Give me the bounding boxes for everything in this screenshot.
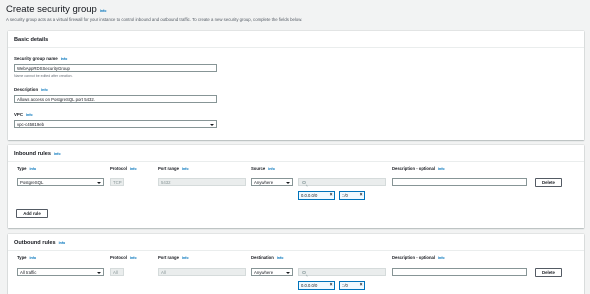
inbound-col-type-info[interactable]: Info (29, 167, 36, 171)
sg-name-label: Security group name Info (14, 56, 67, 61)
inbound-delete-button[interactable]: Delete (535, 177, 562, 187)
outbound-token-ipv4-text: 0.0.0.0/0 (301, 283, 318, 288)
title-info-link[interactable]: Info (100, 9, 107, 13)
inbound-token-ipv4[interactable]: 0.0.0.0/0 × (298, 191, 335, 200)
outbound-rules-title: Outbound rules (14, 240, 56, 246)
inbound-rules-panel: Inbound rules Info Type Info Protocol Info … (8, 145, 584, 228)
inbound-col-protocol-label: Protocol (110, 166, 127, 171)
search-icon (302, 270, 306, 274)
inbound-type-value: PostgreSQL (20, 180, 44, 185)
outbound-destination-select[interactable]: Anywhere (251, 268, 293, 276)
outbound-port-field: All (158, 268, 246, 276)
outbound-col-protocol-info[interactable]: Info (130, 256, 137, 260)
sg-name-input[interactable]: WebAppRDSSecurityGroup (14, 64, 217, 72)
page-description: A security group acts as a virtual firew… (6, 17, 303, 22)
outbound-col-description-info[interactable]: Info (438, 256, 445, 260)
outbound-type-select[interactable]: All traffic (17, 268, 104, 276)
outbound-info-link[interactable]: Info (59, 241, 66, 245)
description-label: Description Info (14, 87, 48, 92)
inbound-col-port-label: Port range (158, 166, 179, 171)
close-icon[interactable]: × (360, 192, 363, 200)
outbound-rules-panel: Outbound rules Info Type Info Protocol Info… (8, 234, 584, 294)
outbound-token-ipv6-text: ::/0 (342, 283, 348, 288)
inbound-rules-heading: Inbound rules Info (8, 145, 584, 162)
inbound-col-description-info[interactable]: Info (438, 167, 445, 171)
inbound-col-source-label: Source (251, 166, 266, 171)
inbound-source-value: Anywhere (254, 180, 274, 185)
inbound-protocol-field: TCP (110, 178, 124, 186)
inbound-col-type: Type Info (17, 166, 36, 171)
outbound-col-type: Type Info (17, 255, 36, 260)
vpc-label: VPC Info (14, 112, 33, 117)
inbound-col-port-info[interactable]: Info (182, 167, 189, 171)
outbound-col-protocol-label: Protocol (110, 255, 127, 260)
chevron-down-icon (209, 123, 214, 126)
inbound-col-protocol: Protocol Info (110, 166, 137, 171)
page-title: Create security group Info (6, 4, 106, 15)
sg-name-label-text: Security group name (14, 56, 58, 61)
vpc-label-text: VPC (14, 112, 24, 117)
close-icon[interactable]: × (360, 282, 363, 290)
outbound-col-destination-info[interactable]: Info (277, 256, 284, 260)
sg-name-hint: Name cannot be edited after creation. (14, 74, 73, 78)
inbound-col-port: Port range Info (158, 166, 189, 171)
outbound-protocol-field: All (110, 268, 124, 276)
outbound-col-port: Port range Info (158, 255, 189, 260)
inbound-token-ipv6-text: ::/0 (342, 193, 348, 198)
close-icon[interactable]: × (330, 192, 333, 200)
inbound-col-protocol-info[interactable]: Info (130, 167, 137, 171)
basic-details-heading: Basic details (8, 31, 584, 48)
inbound-col-description: Description - optional Info (392, 166, 445, 171)
inbound-cidr-search[interactable] (298, 178, 386, 186)
outbound-delete-button[interactable]: Delete (535, 267, 562, 277)
vpc-select-value: vpc-c45819eb (17, 122, 44, 127)
vpc-select[interactable]: vpc-c45819eb (14, 120, 217, 128)
inbound-token-ipv4-text: 0.0.0.0/0 (301, 193, 318, 198)
outbound-type-value: All traffic (20, 270, 37, 275)
outbound-col-type-info[interactable]: Info (29, 256, 36, 260)
basic-details-panel: Basic details Security group name Info We… (8, 31, 584, 140)
inbound-description-input[interactable] (392, 178, 527, 186)
inbound-rules-title: Inbound rules (14, 151, 51, 157)
inbound-info-link[interactable]: Info (54, 152, 61, 156)
chevron-down-icon (285, 271, 290, 274)
outbound-col-destination: Destination Info (251, 255, 283, 260)
inbound-col-type-label: Type (17, 166, 27, 171)
inbound-type-select[interactable]: PostgreSQL (17, 178, 104, 186)
outbound-col-port-info[interactable]: Info (182, 256, 189, 260)
description-input[interactable]: Allows access on PostgreSQL port 5432. (14, 95, 217, 103)
outbound-col-port-label: Port range (158, 255, 179, 260)
outbound-rules-heading: Outbound rules Info (8, 234, 584, 251)
outbound-col-protocol: Protocol Info (110, 255, 137, 260)
add-rule-button[interactable]: Add rule (16, 209, 48, 218)
chevron-down-icon (96, 271, 101, 274)
page-title-text: Create security group (6, 4, 97, 15)
inbound-source-select[interactable]: Anywhere (251, 178, 293, 186)
outbound-destination-value: Anywhere (254, 270, 274, 275)
outbound-token-ipv4[interactable]: 0.0.0.0/0 × (298, 281, 335, 290)
outbound-description-input[interactable] (392, 268, 527, 276)
description-label-text: Description (14, 87, 39, 92)
chevron-down-icon (96, 181, 101, 184)
outbound-col-description: Description - optional Info (392, 255, 445, 260)
inbound-port-field: 5432 (158, 178, 246, 186)
outbound-cidr-search[interactable] (298, 268, 386, 276)
vpc-info-link[interactable]: Info (26, 113, 33, 117)
inbound-col-source-info[interactable]: Info (268, 167, 275, 171)
description-info-link[interactable]: Info (41, 88, 48, 92)
outbound-col-description-label: Description - optional (392, 255, 436, 260)
sg-name-info-link[interactable]: Info (61, 57, 68, 61)
outbound-col-destination-label: Destination (251, 255, 274, 260)
search-icon (302, 180, 306, 184)
outbound-token-ipv6[interactable]: ::/0 × (339, 281, 365, 290)
inbound-col-description-label: Description - optional (392, 166, 436, 171)
inbound-col-source: Source Info (251, 166, 275, 171)
outbound-col-type-label: Type (17, 255, 27, 260)
close-icon[interactable]: × (330, 282, 333, 290)
chevron-down-icon (285, 181, 290, 184)
inbound-token-ipv6[interactable]: ::/0 × (339, 191, 365, 200)
